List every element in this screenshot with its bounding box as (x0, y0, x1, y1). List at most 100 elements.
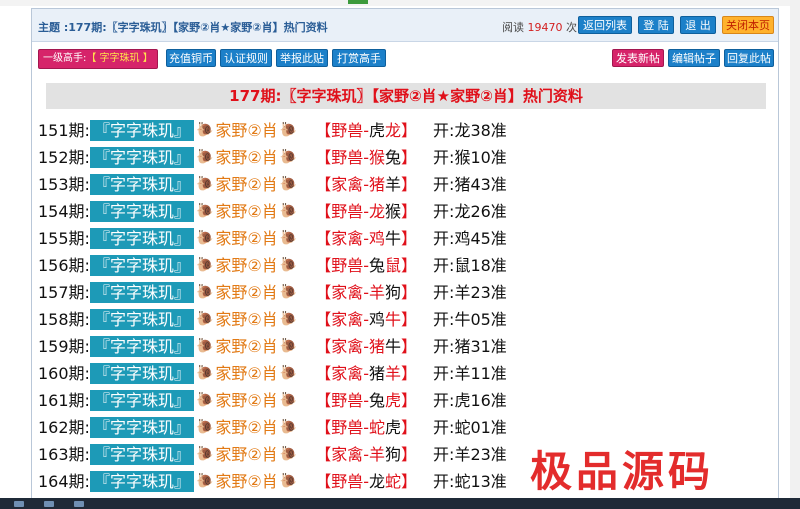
result-label: 开:蛇13准 (433, 472, 507, 491)
snail-icon: 🐌 (195, 419, 214, 435)
bracket-close: 】 (401, 364, 418, 383)
bracket-close: 】 (401, 175, 418, 194)
bracket-open: 【 (315, 418, 332, 437)
tip-expert-button[interactable]: 打赏高手 (332, 49, 386, 67)
mid-label: 家野②肖 (215, 148, 278, 167)
taskbar-icon[interactable] (14, 501, 24, 507)
snail-icon: 🐌 (195, 176, 214, 192)
back-to-list-button[interactable]: 返回列表 (578, 16, 632, 34)
period-label: 155期: (38, 229, 90, 248)
zodiac-a: 兔 (369, 391, 386, 410)
zodiac-b: 狗 (385, 283, 402, 302)
zodiac-b: 牛 (385, 310, 402, 329)
snail-icon: 🐌 (195, 446, 214, 462)
list-item: 159期: 『字字珠玑』 🐌 家野②肖 🐌 【家禽-猪牛】 开:猪31准 (38, 333, 638, 360)
mid-label: 家野②肖 (215, 175, 278, 194)
mid-label: 家野②肖 (215, 229, 278, 248)
zodiac-b: 牛 (385, 337, 402, 356)
logout-button[interactable]: 退 出 (680, 16, 716, 34)
taskbar-icon[interactable] (74, 501, 84, 507)
category-name: 野兽 (331, 472, 364, 491)
zodiac-b: 鼠 (385, 256, 402, 275)
category-name: 野兽 (331, 202, 364, 221)
bracket-close: 】 (401, 310, 418, 329)
category-group: 【家禽-猪牛】 (315, 333, 417, 360)
mid-label: 家野②肖 (215, 364, 278, 383)
reply-button[interactable]: 回复此帖 (724, 49, 774, 67)
level-badge[interactable]: 一级高手:【 字字珠玑 】 (38, 49, 158, 69)
bracket-close: 】 (401, 229, 418, 248)
source-tag: 『字字珠玑』 (89, 309, 194, 330)
period-label: 161期: (38, 391, 90, 410)
category-name: 家禽 (331, 310, 364, 329)
watermark: 极品源码 (530, 447, 715, 496)
post-title: 主题 :177期:〖字字珠玑〗【家野②肖★家野②肖】热门资料 (38, 21, 328, 34)
period-label: 164期: (38, 472, 90, 491)
auth-rules-button[interactable]: 认证规则 (220, 49, 272, 67)
period-label: 162期: (38, 418, 90, 437)
bracket-close: 】 (401, 256, 418, 275)
bracket-open: 【 (315, 391, 332, 410)
mid-label: 家野②肖 (215, 391, 278, 410)
snail-icon: 🐌 (195, 284, 214, 300)
taskbar-icon[interactable] (44, 501, 54, 507)
mid-label: 家野②肖 (215, 283, 278, 302)
category-name: 家禽 (331, 364, 364, 383)
snail-icon: 🐌 (279, 311, 298, 327)
zodiac-b: 羊 (385, 364, 402, 383)
bracket-close: 】 (401, 121, 418, 140)
snail-icon: 🐌 (279, 230, 298, 246)
snail-icon: 🐌 (279, 257, 298, 273)
snail-icon: 🐌 (195, 122, 214, 138)
list-item: 157期: 『字字珠玑』 🐌 家野②肖 🐌 【家禽-羊狗】 开:羊23准 (38, 279, 638, 306)
bracket-close: 】 (401, 472, 418, 491)
result-label: 开:羊23准 (433, 445, 507, 464)
category-name: 野兽 (331, 418, 364, 437)
snail-icon: 🐌 (279, 473, 298, 489)
list-item: 153期: 『字字珠玑』 🐌 家野②肖 🐌 【家禽-猪羊】 开:猪43准 (38, 171, 638, 198)
login-button[interactable]: 登 陆 (638, 16, 674, 34)
zodiac-a: 虎 (369, 121, 386, 140)
bracket-close: 】 (401, 148, 418, 167)
bracket-open: 【 (315, 229, 332, 248)
recharge-button[interactable]: 充值铜币 (166, 49, 216, 67)
post-banner: 177期:〖字字珠玑〗【家野②肖★家野②肖】热门资料 (46, 83, 766, 109)
period-label: 158期: (38, 310, 90, 329)
snail-icon: 🐌 (195, 365, 214, 381)
zodiac-a: 猪 (369, 337, 386, 356)
zodiac-b: 蛇 (385, 472, 402, 491)
snail-icon: 🐌 (195, 338, 214, 354)
snail-icon: 🐌 (195, 149, 214, 165)
edit-post-button[interactable]: 编辑帖子 (668, 49, 720, 67)
period-label: 159期: (38, 337, 90, 356)
category-name: 野兽 (331, 121, 364, 140)
close-page-button[interactable]: 关闭本页 (722, 16, 774, 34)
list-item: 161期: 『字字珠玑』 🐌 家野②肖 🐌 【野兽-兔虎】 开:虎16准 (38, 387, 638, 414)
report-button[interactable]: 举报此贴 (276, 49, 328, 67)
snail-icon: 🐌 (195, 473, 214, 489)
mid-label: 家野②肖 (215, 445, 278, 464)
zodiac-a: 猪 (369, 175, 386, 194)
category-name: 家禽 (331, 337, 364, 356)
category-name: 家禽 (331, 175, 364, 194)
result-label: 开:牛05准 (433, 310, 507, 329)
list-item: 160期: 『字字珠玑』 🐌 家野②肖 🐌 【家禽-猪羊】 开:羊11准 (38, 360, 638, 387)
page-scrollbar[interactable] (790, 0, 800, 509)
category-group: 【野兽-猴兔】 (315, 144, 417, 171)
mid-label: 家野②肖 (215, 202, 278, 221)
category-group: 【野兽-兔虎】 (315, 387, 417, 414)
list-item: 155期: 『字字珠玑』 🐌 家野②肖 🐌 【家禽-鸡牛】 开:鸡45准 (38, 225, 638, 252)
new-post-button[interactable]: 发表新帖 (612, 49, 664, 67)
post-header: 主题 :177期:〖字字珠玑〗【家野②肖★家野②肖】热门资料 阅读 19470 … (32, 9, 778, 42)
zodiac-a: 鸡 (369, 310, 386, 329)
mid-label: 家野②肖 (215, 337, 278, 356)
category-group: 【家禽-鸡牛】 (315, 306, 417, 333)
category-group: 【家禽-猪羊】 (315, 171, 417, 198)
post-frame: 主题 :177期:〖字字珠玑〗【家野②肖★家野②肖】热门资料 阅读 19470 … (31, 8, 779, 504)
bracket-open: 【 (315, 256, 332, 275)
snail-icon: 🐌 (279, 203, 298, 219)
snail-icon: 🐌 (195, 203, 214, 219)
bracket-open: 【 (315, 472, 332, 491)
list-item: 152期: 『字字珠玑』 🐌 家野②肖 🐌 【野兽-猴兔】 开:猴10准 (38, 144, 638, 171)
period-label: 157期: (38, 283, 90, 302)
